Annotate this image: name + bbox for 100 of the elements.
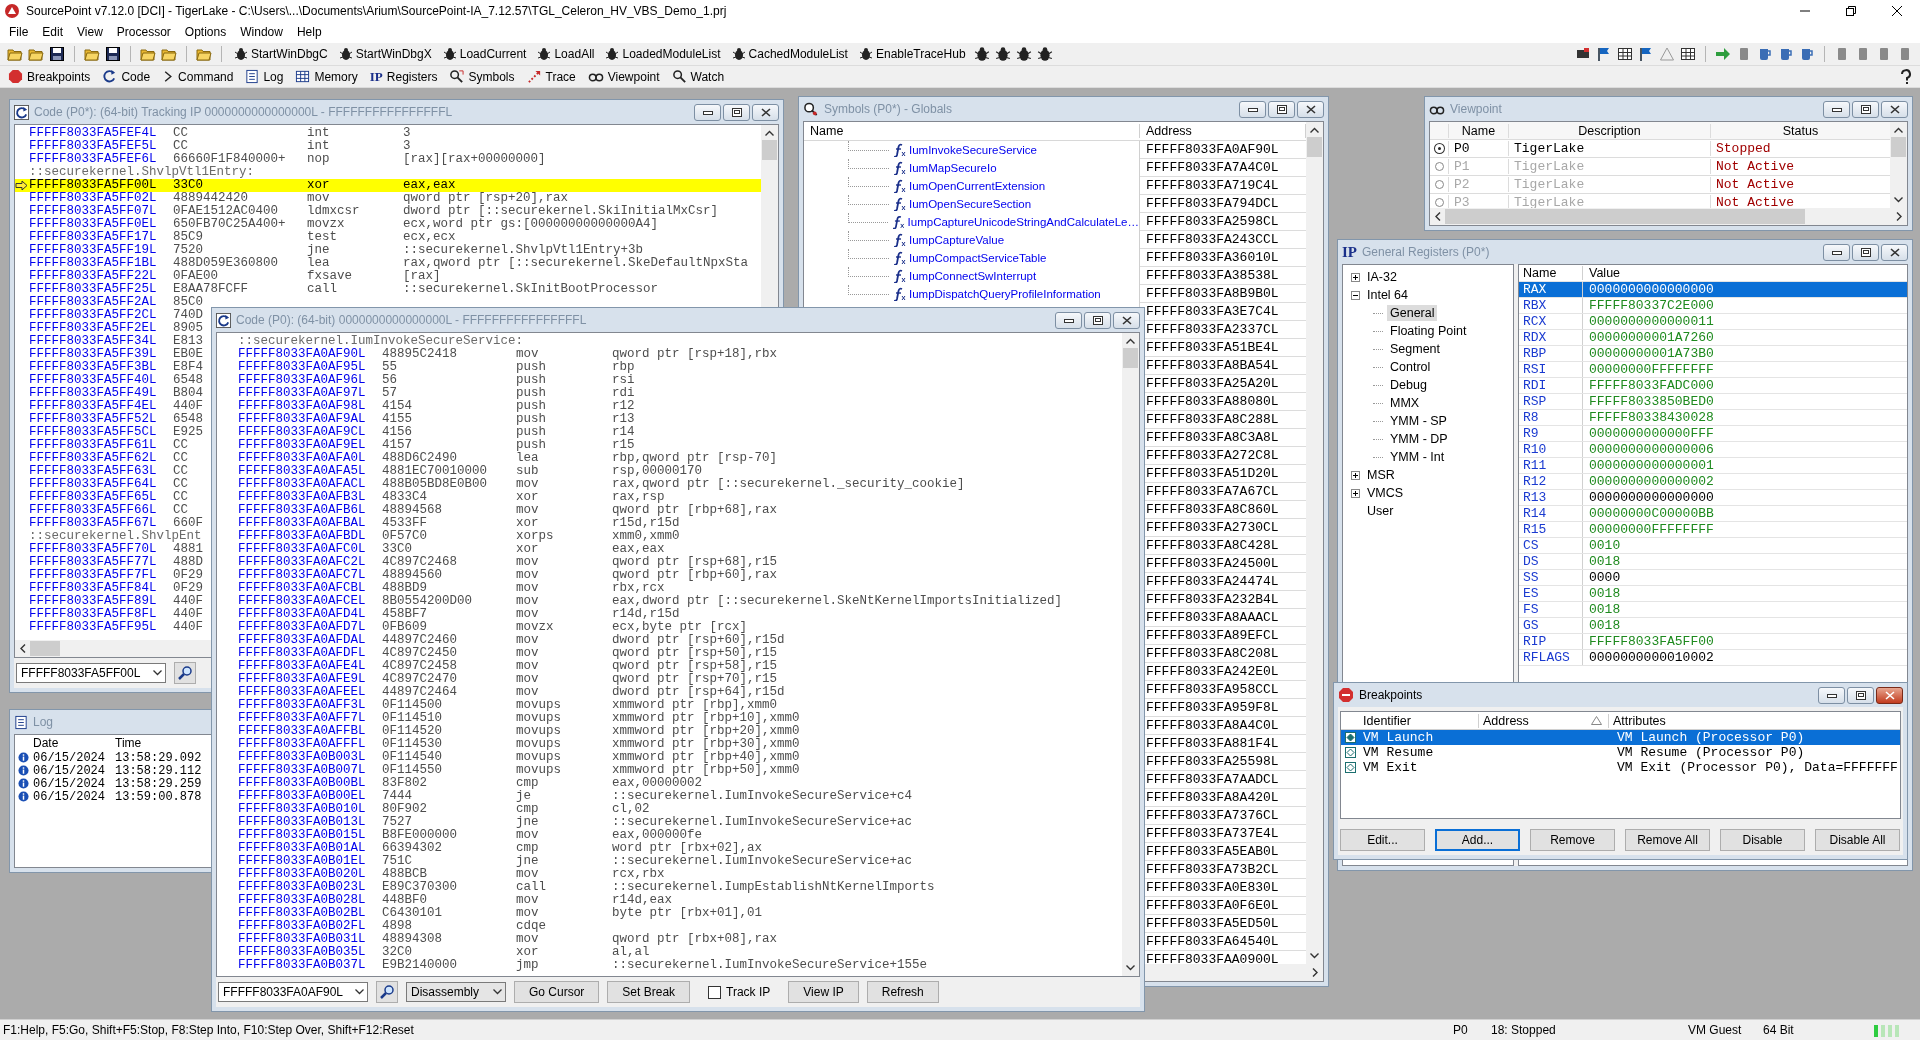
view-button[interactable]: Command — [160, 69, 236, 84]
tree-item[interactable]: VMCS — [1364, 485, 1407, 501]
toolbar-command[interactable]: LoadedModuleList — [601, 47, 725, 61]
tree-item[interactable]: Intel 64 — [1364, 287, 1411, 303]
maximize-button[interactable] — [1852, 100, 1879, 118]
view-button[interactable]: IP Registers — [367, 68, 440, 85]
vertical-scrollbar[interactable] — [1306, 122, 1323, 964]
breakpoint-row[interactable]: VM Resume VM Resume (Processor P0) — [1341, 745, 1900, 760]
view-button[interactable]: Memory — [293, 69, 360, 84]
column-header[interactable]: Name — [1448, 123, 1508, 138]
dialog-button[interactable]: Remove — [1530, 829, 1615, 851]
bug-icon[interactable] — [1035, 45, 1054, 63]
dialog-button[interactable]: Add... — [1435, 829, 1520, 851]
tree-item[interactable]: IA-32 — [1364, 269, 1400, 285]
arrow-icon[interactable] — [1714, 45, 1732, 63]
grid-icon[interactable] — [1679, 45, 1697, 63]
close-button[interactable] — [752, 103, 779, 121]
expand-toggle[interactable] — [1351, 470, 1360, 480]
toolbar-button[interactable]: Go Cursor — [514, 981, 600, 1003]
toolbar-button[interactable]: Set Break — [607, 981, 691, 1003]
tree-item[interactable]: MSR — [1364, 467, 1398, 483]
bug-icon[interactable] — [972, 45, 991, 63]
column-header[interactable]: Name — [804, 124, 1140, 138]
menu-item[interactable]: Window — [233, 23, 290, 41]
symbol-name[interactable]: IumInvokeSecureService — [909, 144, 1037, 156]
expand-toggle[interactable] — [1351, 272, 1360, 282]
menu-item[interactable]: File — [2, 23, 36, 41]
minimize-button[interactable] — [1823, 100, 1850, 118]
search-button[interactable] — [174, 662, 196, 684]
register-row[interactable]: DS 0018 — [1519, 554, 1907, 570]
column-header[interactable]: Name — [1519, 266, 1583, 280]
horizontal-scrollbar[interactable] — [1430, 208, 1907, 225]
register-row[interactable]: RDI FFFFF8033FADC000 — [1519, 378, 1907, 394]
column-header[interactable]: Time — [115, 736, 142, 750]
register-row[interactable]: R13 0000000000000000 — [1519, 490, 1907, 506]
search-button[interactable] — [376, 981, 398, 1003]
grid-icon[interactable] — [1616, 45, 1634, 63]
register-row[interactable]: RIP FFFFF8033FA5FF00 — [1519, 634, 1907, 650]
register-row[interactable]: FS 0018 — [1519, 602, 1907, 618]
minimize-button[interactable] — [1823, 243, 1850, 261]
view-button[interactable]: Watch — [669, 69, 727, 84]
tree-item[interactable]: YMM - Int — [1387, 449, 1448, 465]
menu-item[interactable]: Options — [177, 23, 234, 41]
symbol-name[interactable]: IumMapSecureIo — [909, 162, 997, 174]
minimize-button[interactable] — [1239, 100, 1266, 118]
toolbar-command[interactable]: EnableTraceHub — [854, 47, 970, 61]
column-header[interactable]: Value — [1583, 266, 1621, 280]
register-row[interactable]: R10 0000000000000006 — [1519, 442, 1907, 458]
menu-item[interactable]: Processor — [109, 23, 178, 41]
radio-button[interactable] — [1434, 162, 1444, 171]
toolbar-button[interactable]: View IP — [788, 981, 859, 1003]
register-row[interactable]: R11 0000000000000001 — [1519, 458, 1907, 474]
toolbar-command[interactable]: LoadCurrent — [438, 47, 531, 61]
tree-item[interactable]: Control — [1387, 359, 1434, 375]
view-button[interactable]: Symbols — [447, 69, 517, 84]
register-row[interactable]: RFLAGS 0000000000010002 — [1519, 650, 1907, 666]
register-row[interactable]: R14 00000000C00000BB — [1519, 506, 1907, 522]
processor-row[interactable]: P2 TigerLake Not Active — [1430, 176, 1890, 194]
breakpoint-row[interactable]: VM Launch VM Launch (Processor P0) — [1341, 730, 1900, 745]
maximize-button[interactable] — [1847, 686, 1874, 704]
tree-item[interactable]: General — [1387, 305, 1438, 321]
symbol-name[interactable]: IumpCaptureValue — [909, 234, 1005, 246]
register-row[interactable]: R12 0000000000000002 — [1519, 474, 1907, 490]
view-dropdown[interactable]: Disassembly — [406, 982, 506, 1002]
symbol-name[interactable]: IumOpenSecureSection — [909, 198, 1032, 210]
tree-item[interactable]: Floating Point — [1387, 323, 1470, 339]
breakpoint-row[interactable]: VM Exit VM Exit (Processor P0), Data=FFFFFFF — [1341, 760, 1900, 775]
maximize-button[interactable] — [1852, 243, 1879, 261]
close-button[interactable] — [1881, 243, 1908, 261]
close-button[interactable] — [1881, 100, 1908, 118]
view-button[interactable]: Breakpoints — [6, 69, 93, 84]
close-button[interactable] — [1297, 100, 1324, 118]
radio-button[interactable] — [1434, 198, 1444, 207]
symbol-name[interactable]: IumOpenCurrentExtension — [909, 180, 1046, 192]
vertical-scrollbar[interactable] — [1122, 333, 1139, 976]
save-icon[interactable] — [104, 45, 122, 63]
view-button[interactable]: Trace — [524, 69, 578, 84]
register-row[interactable]: RSP FFFFF8033850BED0 — [1519, 394, 1907, 410]
dialog-button[interactable]: Disable All — [1815, 829, 1900, 851]
maximize-button[interactable] — [1268, 100, 1295, 118]
help-icon[interactable] — [1898, 67, 1914, 86]
expand-toggle[interactable] — [1351, 488, 1360, 498]
toolbar-command[interactable]: LoadAll — [533, 47, 599, 61]
radio-button[interactable] — [1434, 180, 1444, 189]
menu-item[interactable]: Help — [289, 23, 329, 41]
minimize-button[interactable] — [1055, 311, 1082, 329]
bug-icon[interactable] — [993, 45, 1012, 63]
toolbar-command[interactable]: CachedModuleList — [727, 47, 852, 61]
symbol-name[interactable]: IumpCaptureUnicodeStringAndCalculateLe… — [907, 216, 1139, 228]
register-row[interactable]: R8 FFFFF80338430028 — [1519, 410, 1907, 426]
register-row[interactable]: R9 0000000000000FFF — [1519, 426, 1907, 442]
minimize-button[interactable] — [1818, 686, 1845, 704]
symbol-name[interactable]: IumpDispatchQueryProfileInformation — [909, 288, 1101, 300]
register-row[interactable]: RSI 00000000FFFFFFFF — [1519, 362, 1907, 378]
vertical-scrollbar[interactable] — [1890, 122, 1907, 208]
dialog-button[interactable]: Disable — [1720, 829, 1805, 851]
register-row[interactable]: RBX FFFFF80337C2E000 — [1519, 298, 1907, 314]
dialog-button[interactable]: Remove All — [1625, 829, 1710, 851]
register-row[interactable]: R15 00000000FFFFFFFF — [1519, 522, 1907, 538]
address-combobox[interactable]: FFFFF8033FA0AF90L — [218, 982, 368, 1002]
